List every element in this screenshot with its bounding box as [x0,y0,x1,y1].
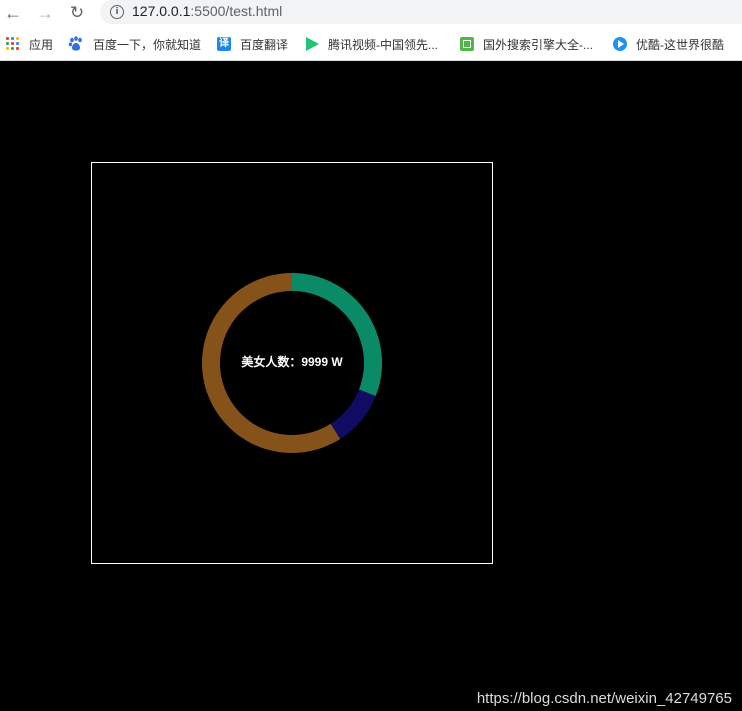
url-text[interactable]: 127.0.0.1:5500/test.html [132,3,282,19]
bookmark-apps[interactable]: 应用 [6,35,53,53]
chart-container: 美女人数：9999 W [91,162,493,564]
chart-center-label: 美女人数：9999 W [241,355,343,369]
url-host: 127.0.0.1 [132,3,191,19]
bookmark-label: 优酷-这世界很酷 [636,37,724,52]
apps-grid-icon [6,37,20,51]
baidu-paw-icon [68,36,84,52]
search-engine-icon [460,37,474,51]
address-bar: ← → ↻ i 127.0.0.1:5500/test.html [0,0,742,26]
back-arrow-icon[interactable]: ← [2,2,24,24]
watermark: https://blog.csdn.net/weixin_42749765 [476,690,732,707]
forward-arrow-icon[interactable]: → [34,2,56,24]
reload-icon[interactable]: ↻ [66,2,88,24]
tencent-video-icon [306,37,319,51]
bookmark-label: 腾讯视频-中国领先... [328,37,438,52]
url-field[interactable]: i 127.0.0.1:5500/test.html [100,0,742,24]
youku-icon [613,37,627,51]
bookmark-label: 百度一下，你就知道 [93,37,202,52]
info-icon[interactable]: i [110,5,124,19]
bookmark-translate[interactable]: 译 百度翻译 [217,35,288,53]
bookmark-tencent-video[interactable]: 腾讯视频-中国领先... [306,35,438,53]
translate-icon: 译 [217,37,231,51]
bookmark-youku[interactable]: 优酷-这世界很酷 [613,35,724,53]
bookmark-baidu[interactable]: 百度一下，你就知道 [68,35,201,53]
bookmark-label: 应用 [29,37,54,52]
bookmark-label: 百度翻译 [240,37,289,52]
page-content: 美女人数：9999 W https://blog.csdn.net/weixin… [0,61,742,711]
bookmarks-bar: 应用 百度一下，你就知道 译 百度翻译 腾讯视频-中国领先... 国外搜索引擎大… [0,26,742,61]
bookmark-label: 国外搜索引擎大全-... [483,37,593,52]
donut-slice-0 [292,273,382,397]
donut-slice-1 [330,389,376,439]
bookmark-search-engines[interactable]: 国外搜索引擎大全-... [460,35,593,53]
url-path: :5500/test.html [190,3,283,19]
